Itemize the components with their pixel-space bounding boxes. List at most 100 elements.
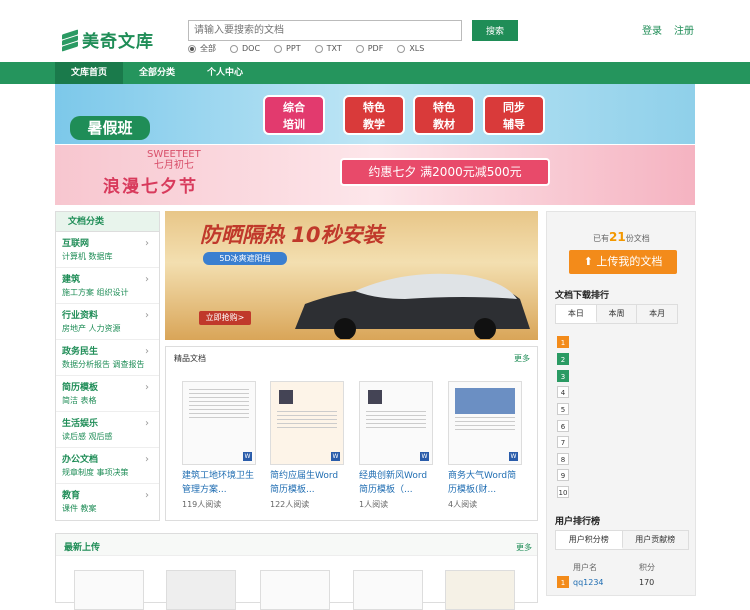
doc-thumbnail[interactable]: W	[182, 381, 256, 465]
logo-text: 美奇文库	[82, 32, 154, 52]
category-item[interactable]: 生活娱乐 读后感 观后感 ›	[56, 412, 159, 448]
banner-tag: 同步 辅导	[483, 95, 545, 135]
latest-uploads: 最新上传 更多	[55, 533, 538, 610]
user-rank-tabs: 用户积分榜 用户贡献榜	[555, 530, 689, 550]
section-title: 最新上传	[64, 543, 101, 553]
more-link[interactable]: 更多	[514, 353, 530, 364]
upload-button[interactable]: ⬆ 上传我的文档	[569, 250, 677, 274]
file-type-filter: 全部 DOC PPT TXT PDF XLS	[188, 43, 438, 54]
chevron-right-icon: ›	[145, 490, 149, 501]
qixi-banner[interactable]: SWEETEET 七月初七 浪漫七夕节 约惠七夕 满2000元减500元	[55, 145, 695, 205]
radio-icon[interactable]	[230, 44, 238, 53]
rank-number: 2	[557, 353, 569, 365]
chevron-right-icon: ›	[145, 346, 149, 357]
banner-tag: 综合 培训	[263, 95, 325, 135]
category-item[interactable]: 办公文档 规章制度 事项决策 ›	[56, 448, 159, 484]
user-name[interactable]: qq1234	[573, 578, 604, 587]
user-score: 170	[639, 578, 655, 587]
category-item[interactable]: 行业资料 房地产 人力资源 ›	[56, 304, 159, 340]
file-type-pdf[interactable]: PDF	[355, 43, 383, 54]
rank-number: 10	[557, 486, 569, 498]
word-icon: W	[420, 452, 429, 461]
doc-reads: 4人阅读	[448, 500, 478, 509]
category-item[interactable]: 政务民生 数据分析报告 调查报告 ›	[56, 340, 159, 376]
doc-thumbnail[interactable]: W	[448, 381, 522, 465]
file-type-xls[interactable]: XLS	[397, 43, 424, 54]
file-type-ppt[interactable]: PPT	[274, 43, 301, 54]
doc-card[interactable]: W 商务大气Word简历模板(财... 4人阅读	[448, 381, 522, 510]
doc-thumbnail[interactable]: W	[359, 381, 433, 465]
doc-title[interactable]: 商务大气Word简历模板(财...	[448, 469, 522, 497]
radio-icon[interactable]	[314, 44, 323, 53]
chevron-right-icon: ›	[145, 310, 149, 321]
logo[interactable]: 美奇文库	[62, 27, 154, 52]
doc-thumbnail[interactable]	[260, 570, 330, 610]
section-title: 文档下载排行	[555, 291, 610, 301]
tab-month[interactable]: 本月	[637, 305, 678, 323]
chevron-right-icon: ›	[145, 418, 149, 429]
banner-offer: 约惠七夕 满2000元减500元	[340, 158, 550, 186]
chevron-right-icon: ›	[145, 238, 149, 249]
file-type-txt[interactable]: TXT	[314, 43, 342, 54]
sidebar: 已有21份文档 ⬆ 上传我的文档 文档下载排行 本日 本周 本月 1 2 3 4…	[546, 211, 696, 596]
category-item[interactable]: 教育 课件 教案 ›	[56, 484, 159, 520]
rank-number: 1	[557, 336, 569, 348]
rank-number: 8	[557, 453, 569, 465]
tab-week[interactable]: 本周	[596, 305, 638, 323]
promo-carousel[interactable]: 防晒隔热 10秒安装 5D冰爽遮阳挡 立即抢购>	[165, 211, 538, 340]
category-item[interactable]: 简历模板 简洁 表格 ›	[56, 376, 159, 412]
radio-icon[interactable]	[188, 44, 196, 53]
doc-thumbnail[interactable]: W	[270, 381, 344, 465]
doc-thumbnail[interactable]	[74, 570, 144, 610]
login-link[interactable]: 登录	[642, 22, 662, 37]
doc-card[interactable]: W 经典创新风Word简历模板（... 1人阅读	[359, 381, 433, 510]
doc-count: 已有21份文档	[593, 230, 650, 244]
promo-title: 防晒隔热 10秒安装	[200, 223, 384, 247]
banner-subtitle: SWEETEET 七月初七	[147, 149, 201, 171]
doc-card[interactable]: W 简约应届生Word简历模板... 122人阅读	[270, 381, 344, 510]
tab-today[interactable]: 本日	[556, 305, 597, 323]
search-button[interactable]: 搜索	[472, 20, 518, 41]
summer-class-banner[interactable]: 暑假班 综合 培训 特色 教学 特色 教材 同步 辅导	[55, 84, 695, 144]
radio-icon[interactable]	[355, 44, 364, 53]
tab-points[interactable]: 用户积分榜	[556, 531, 623, 549]
radio-icon[interactable]	[397, 44, 406, 53]
search-input[interactable]	[188, 20, 462, 41]
category-item[interactable]: 建筑 施工方案 组织设计 ›	[56, 268, 159, 304]
tab-contribution[interactable]: 用户贡献榜	[622, 531, 688, 549]
section-title: 用户排行榜	[555, 517, 601, 527]
rank-number: 7	[557, 436, 569, 448]
promo-subtitle: 5D冰爽遮阳挡	[203, 252, 287, 265]
promo-buy-button[interactable]: 立即抢购>	[199, 311, 251, 325]
chevron-right-icon: ›	[145, 454, 149, 465]
word-icon: W	[243, 452, 252, 461]
more-link[interactable]: 更多	[516, 542, 532, 553]
doc-thumbnail[interactable]	[353, 570, 423, 610]
doc-thumbnail[interactable]	[166, 570, 236, 610]
rank-number: 3	[557, 370, 569, 382]
doc-thumbnail[interactable]	[445, 570, 515, 610]
file-type-all[interactable]: 全部	[188, 43, 216, 54]
doc-title[interactable]: 建筑工地环境卫生管理方案...	[182, 469, 256, 497]
column-header: 用户名	[573, 563, 597, 572]
rank-tabs: 本日 本周 本月	[555, 304, 678, 324]
rank-number: 9	[557, 469, 569, 481]
section-title: 精品文档	[174, 354, 206, 363]
rank-number: 6	[557, 420, 569, 432]
nav-item-categories[interactable]: 全部分类	[123, 62, 191, 84]
main-nav: 文库首页 全部分类 个人中心	[0, 62, 750, 84]
radio-icon[interactable]	[274, 44, 283, 53]
file-type-doc[interactable]: DOC	[230, 43, 260, 54]
rank-number: 4	[557, 386, 569, 398]
nav-item-personal[interactable]: 个人中心	[191, 62, 259, 84]
register-link[interactable]: 注册	[674, 22, 694, 37]
column-header: 积分	[639, 563, 655, 572]
doc-title[interactable]: 经典创新风Word简历模板（...	[359, 469, 433, 497]
doc-title[interactable]: 简约应届生Word简历模板...	[270, 469, 344, 497]
featured-docs: 精品文档 更多 W 建筑工地环境卫生管理方案... 119人阅读 W 简约应届生…	[165, 346, 538, 521]
category-item[interactable]: 互联网 计算机 数据库 ›	[56, 232, 159, 268]
category-panel: 文档分类 互联网 计算机 数据库 › 建筑 施工方案 组织设计 › 行业资料 房地产 人力…	[55, 211, 160, 521]
nav-item-home[interactable]: 文库首页	[55, 62, 123, 84]
doc-card[interactable]: W 建筑工地环境卫生管理方案... 119人阅读	[182, 381, 256, 510]
banner-title: 暑假班	[70, 116, 150, 140]
